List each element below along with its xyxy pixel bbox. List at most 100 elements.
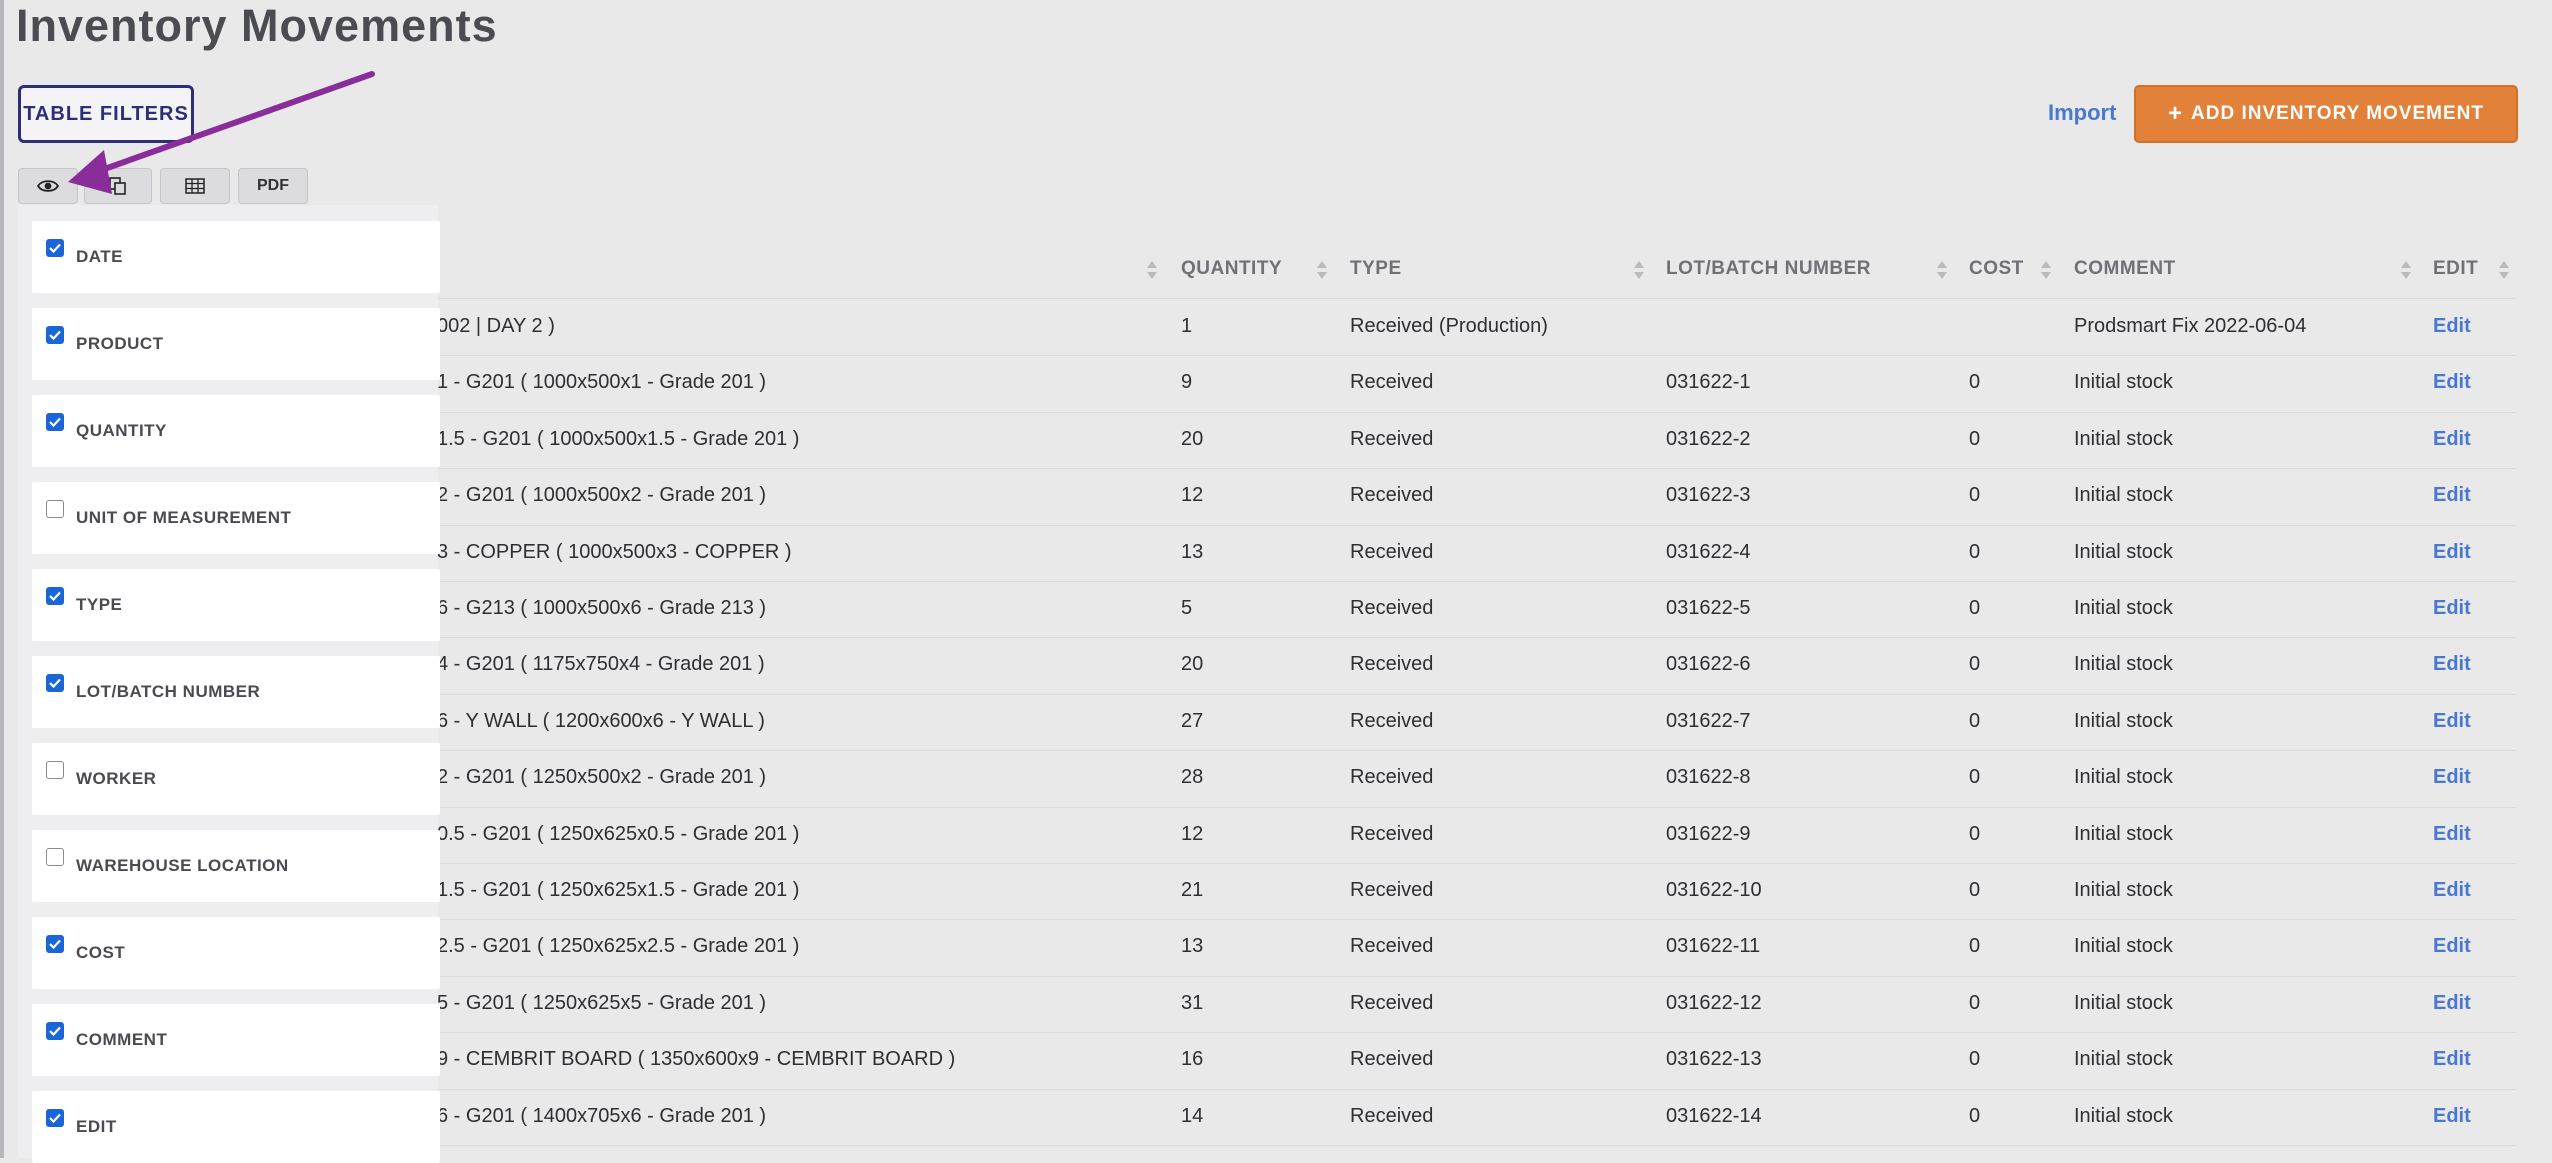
checkbox-checked-icon[interactable]	[46, 326, 64, 344]
cell-comment: Initial stock	[2074, 653, 2173, 675]
column-toggle-label: TYPE	[76, 595, 123, 614]
edit-link[interactable]: Edit	[2433, 484, 2471, 507]
table-filters-button[interactable]: TABLE FILTERS	[18, 85, 194, 143]
column-visibility-button[interactable]	[18, 168, 78, 204]
add-inventory-movement-button[interactable]: + ADD INVENTORY MOVEMENT	[2134, 85, 2518, 143]
import-link[interactable]: Import	[2048, 100, 2116, 126]
checkbox-checked-icon[interactable]	[46, 239, 64, 257]
copy-button[interactable]	[84, 168, 152, 204]
excel-export-button[interactable]	[160, 168, 230, 204]
cell-product: 9 - CEMBRIT BOARD ( 1350x600x9 - CEMBRIT…	[437, 1048, 956, 1070]
sort-icon[interactable]	[2400, 258, 2412, 282]
edit-link[interactable]: Edit	[2433, 371, 2471, 394]
eye-icon	[37, 180, 59, 192]
column-toggle-item[interactable]: DATE	[32, 221, 440, 293]
cell-comment: Initial stock	[2074, 597, 2173, 619]
pdf-export-button[interactable]: PDF	[238, 168, 308, 204]
cell-lot: 031622-3	[1666, 484, 1751, 506]
edit-link[interactable]: Edit	[2433, 766, 2471, 789]
cell-type: Received	[1350, 484, 1434, 506]
cell-comment: Initial stock	[2074, 935, 2173, 957]
checkbox-checked-icon[interactable]	[46, 1109, 64, 1127]
plus-icon: +	[2168, 100, 2184, 127]
cell-quantity: 12	[1181, 484, 1204, 506]
sort-icon[interactable]	[1633, 258, 1645, 282]
cell-lot: 031622-6	[1666, 653, 1751, 675]
cell-product: 2.5 - G201 ( 1250x625x2.5 - Grade 201 )	[437, 935, 800, 957]
column-toggle-label: WORKER	[76, 769, 157, 788]
sort-icon[interactable]	[2498, 258, 2510, 282]
column-toggle-item[interactable]: LOT/BATCH NUMBER	[32, 656, 440, 728]
column-toggle-item[interactable]: EDIT	[32, 1091, 440, 1163]
edit-link[interactable]: Edit	[2433, 935, 2471, 958]
edit-link[interactable]: Edit	[2433, 597, 2471, 620]
column-toggle-item[interactable]: QUANTITY	[32, 395, 440, 467]
cell-type: Received	[1350, 1105, 1434, 1127]
column-header-comment[interactable]: COMMENT	[2074, 258, 2176, 280]
cell-product: 002 | DAY 2 )	[437, 315, 555, 337]
column-header-quantity[interactable]: QUANTITY	[1181, 258, 1282, 280]
sort-icon[interactable]	[2040, 258, 2052, 282]
cell-comment: Initial stock	[2074, 371, 2173, 393]
cell-lot: 031622-12	[1666, 992, 1762, 1014]
cell-comment: Initial stock	[2074, 428, 2173, 450]
cell-quantity: 27	[1181, 710, 1204, 732]
edit-link[interactable]: Edit	[2433, 1105, 2471, 1128]
column-toggle-item[interactable]: UNIT OF MEASUREMENT	[32, 482, 440, 554]
column-header-cost[interactable]: COST	[1969, 258, 2024, 280]
cell-cost: 0	[1969, 1048, 1981, 1070]
edit-link[interactable]: Edit	[2433, 710, 2471, 733]
cell-lot: 031622-4	[1666, 541, 1751, 563]
edit-link[interactable]: Edit	[2433, 1048, 2471, 1071]
edit-link[interactable]: Edit	[2433, 653, 2471, 676]
column-header-lot[interactable]: LOT/BATCH NUMBER	[1666, 258, 1871, 280]
cell-lot: 031622-5	[1666, 597, 1751, 619]
checkbox-checked-icon[interactable]	[46, 413, 64, 431]
cell-type: Received (Production)	[1350, 315, 1548, 337]
cell-type: Received	[1350, 992, 1434, 1014]
checkbox-checked-icon[interactable]	[46, 1022, 64, 1040]
checkbox-checked-icon[interactable]	[46, 587, 64, 605]
cell-comment: Initial stock	[2074, 992, 2173, 1014]
sort-icon[interactable]	[1146, 258, 1158, 282]
edit-link[interactable]: Edit	[2433, 428, 2471, 451]
edit-link[interactable]: Edit	[2433, 315, 2471, 338]
cell-type: Received	[1350, 541, 1434, 563]
sort-icon[interactable]	[1936, 258, 1948, 282]
column-toggle-item[interactable]: COMMENT	[32, 1004, 440, 1076]
cell-cost: 0	[1969, 879, 1981, 901]
column-toggle-label: UNIT OF MEASUREMENT	[76, 508, 292, 527]
cell-quantity: 5	[1181, 597, 1193, 619]
cell-quantity: 14	[1181, 1105, 1204, 1127]
checkbox-unchecked-icon[interactable]	[46, 848, 64, 866]
column-header-type[interactable]: TYPE	[1350, 258, 1402, 280]
checkbox-unchecked-icon[interactable]	[46, 761, 64, 779]
cell-lot: 031622-2	[1666, 428, 1751, 450]
cell-quantity: 13	[1181, 541, 1204, 563]
cell-cost: 0	[1969, 428, 1981, 450]
column-toggle-label: COMMENT	[76, 1030, 168, 1049]
edit-link[interactable]: Edit	[2433, 541, 2471, 564]
cell-cost: 0	[1969, 1105, 1981, 1127]
checkbox-unchecked-icon[interactable]	[46, 500, 64, 518]
cell-comment: Initial stock	[2074, 710, 2173, 732]
add-inventory-movement-label: ADD INVENTORY MOVEMENT	[2191, 103, 2484, 124]
cell-quantity: 9	[1181, 371, 1193, 393]
window-edge	[0, 0, 4, 1158]
cell-type: Received	[1350, 766, 1434, 788]
column-toggle-item[interactable]: TYPE	[32, 569, 440, 641]
checkbox-checked-icon[interactable]	[46, 674, 64, 692]
column-header-edit[interactable]: EDIT	[2433, 258, 2478, 280]
checkbox-checked-icon[interactable]	[46, 935, 64, 953]
sort-icon[interactable]	[1316, 258, 1328, 282]
edit-link[interactable]: Edit	[2433, 823, 2471, 846]
column-toggle-item[interactable]: WORKER	[32, 743, 440, 815]
column-toggle-item[interactable]: WAREHOUSE LOCATION	[32, 830, 440, 902]
cell-comment: Prodsmart Fix 2022-06-04	[2074, 315, 2307, 337]
edit-link[interactable]: Edit	[2433, 879, 2471, 902]
column-toggle-item[interactable]: PRODUCT	[32, 308, 440, 380]
column-toggle-item[interactable]: COST	[32, 917, 440, 989]
cell-product: 5 - G201 ( 1250x625x5 - Grade 201 )	[437, 992, 767, 1014]
edit-link[interactable]: Edit	[2433, 992, 2471, 1015]
cell-cost: 0	[1969, 710, 1981, 732]
